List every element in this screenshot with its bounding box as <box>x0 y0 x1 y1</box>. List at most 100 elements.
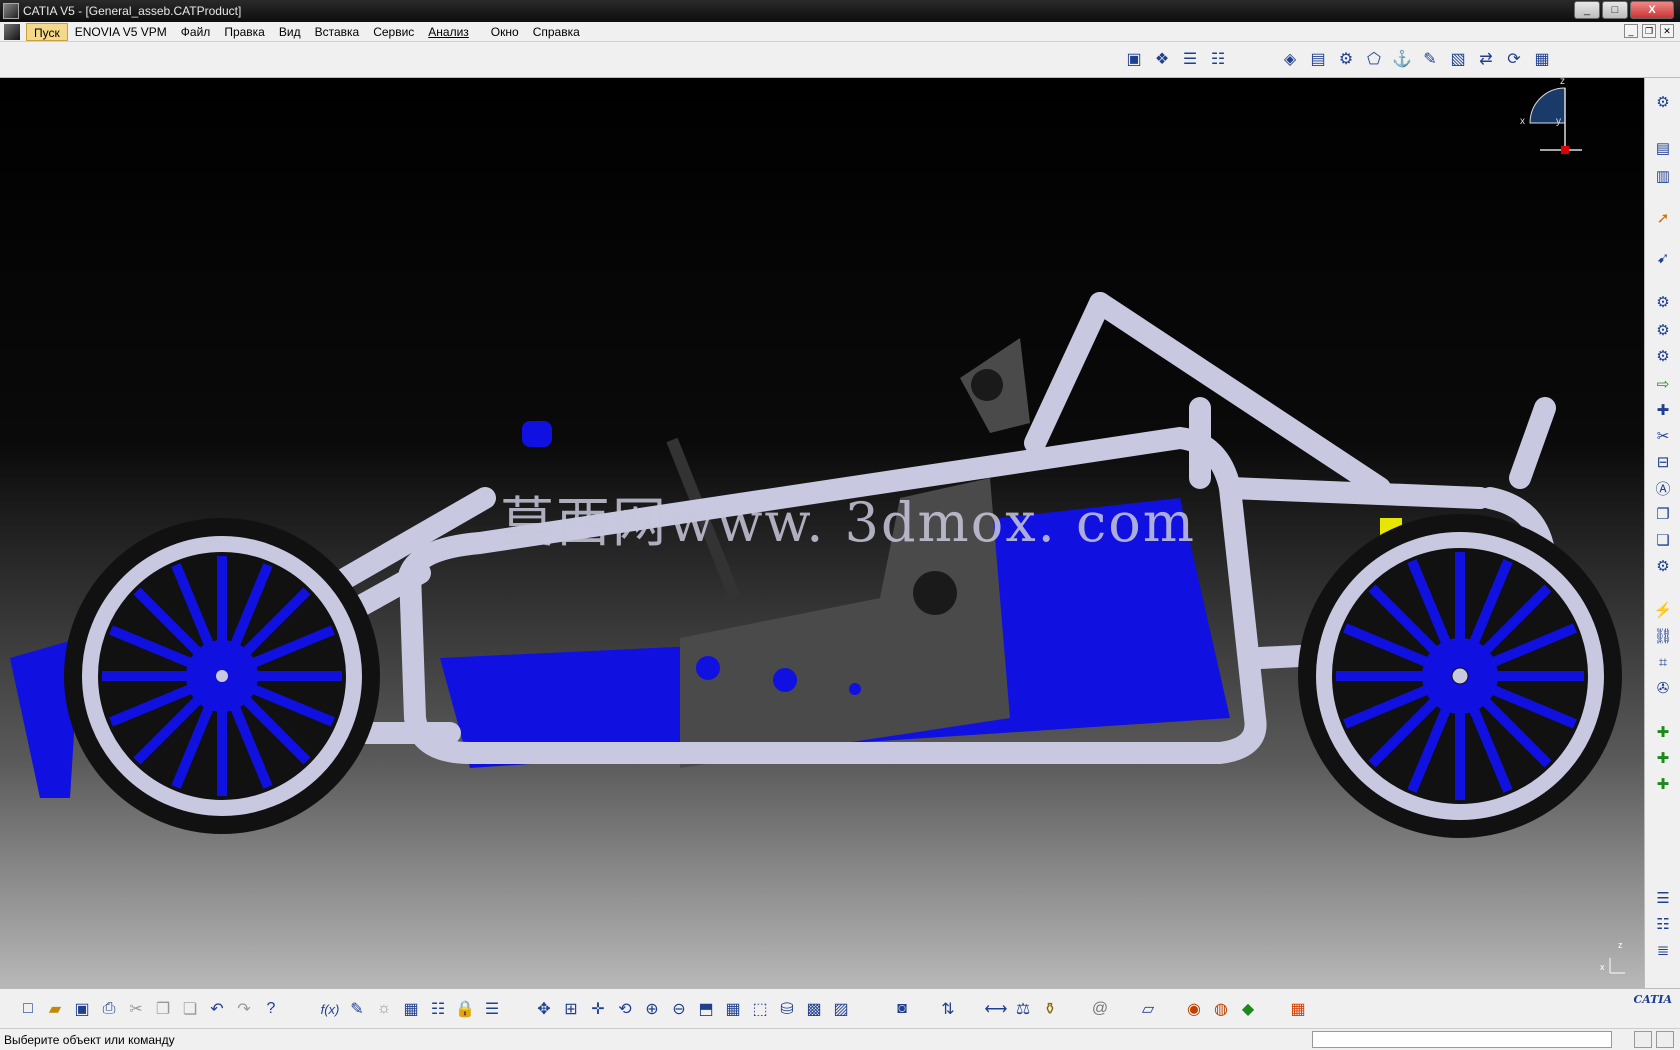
table-icon[interactable]: ▦ <box>399 997 423 1021</box>
fix-icon[interactable]: ⚓ <box>1390 47 1414 71</box>
rear-wheel[interactable] <box>1298 514 1622 838</box>
close-button[interactable]: X <box>1630 1 1674 19</box>
palette-icon[interactable]: ◍ <box>1209 997 1233 1021</box>
swirl-icon[interactable]: @ <box>1088 997 1112 1021</box>
cut-icon[interactable]: ✂ <box>1651 424 1675 448</box>
bolt-icon[interactable]: ⚡ <box>1651 598 1675 622</box>
menu-tools[interactable]: Сервис <box>366 23 421 41</box>
flow-icon[interactable]: ⇄ <box>1474 47 1498 71</box>
doc-minimize-button[interactable]: _ <box>1624 24 1638 38</box>
print-icon[interactable]: ⎙ <box>97 997 121 1021</box>
insert-icon[interactable]: ✚ <box>1651 398 1675 422</box>
gear3-icon[interactable]: ⚙ <box>1651 344 1675 368</box>
formula-icon[interactable]: f(x) <box>318 997 342 1021</box>
cursor-icon[interactable]: ➚ <box>1651 206 1675 230</box>
gear2-icon[interactable]: ⚙ <box>1651 318 1675 342</box>
cursor2-icon[interactable]: ➹ <box>1651 246 1675 270</box>
bulb-icon[interactable]: ☼ <box>372 997 396 1021</box>
tree4-icon[interactable]: ☷ <box>1651 912 1675 936</box>
tree-icon[interactable]: ☰ <box>1178 47 1202 71</box>
fit-icon[interactable]: ✥ <box>532 997 556 1021</box>
assembly-icon[interactable]: ▣ <box>1122 47 1146 71</box>
document-icon[interactable] <box>4 23 20 40</box>
zoom-out-icon[interactable]: ⊖ <box>667 997 691 1021</box>
new-icon[interactable]: □ <box>16 997 40 1021</box>
menu-insert[interactable]: Вставка <box>308 23 367 41</box>
joints-icon[interactable]: ⚙ <box>1334 47 1358 71</box>
status-button-2[interactable] <box>1656 1031 1674 1048</box>
box-icon[interactable]: ▤ <box>1306 47 1330 71</box>
bracket-icon[interactable]: ⌗ <box>1651 650 1675 674</box>
open-icon[interactable]: ▰ <box>43 997 67 1021</box>
camera-icon[interactable]: ◙ <box>890 997 914 1021</box>
refresh-icon[interactable]: ⟳ <box>1502 47 1526 71</box>
settings-icon[interactable]: ⚙ <box>1651 90 1675 114</box>
normal-icon[interactable]: ⬒ <box>694 997 718 1021</box>
menu-analysis[interactable]: Анализ <box>421 23 476 41</box>
doc-close-button[interactable]: ✕ <box>1660 24 1674 38</box>
save-icon[interactable]: ▣ <box>70 997 94 1021</box>
tree3-icon[interactable]: ☰ <box>1651 886 1675 910</box>
measure-icon[interactable]: ⟷ <box>984 997 1008 1021</box>
filter-icon[interactable]: ☰ <box>480 997 504 1021</box>
comment-icon[interactable]: ✎ <box>345 997 369 1021</box>
inertia-icon[interactable]: ⚖ <box>1011 997 1035 1021</box>
globe-icon[interactable]: ◉ <box>1182 997 1206 1021</box>
paste-icon[interactable]: ❏ <box>1651 528 1675 552</box>
snapshot-icon[interactable]: ▧ <box>1446 47 1470 71</box>
views-icon[interactable]: ▦ <box>721 997 745 1021</box>
lock-icon[interactable]: 🔒 <box>453 997 477 1021</box>
3d-viewport[interactable]: x y z x z 莫西网www. 3dmox. com <box>0 78 1644 988</box>
cube-icon[interactable]: ⬚ <box>748 997 772 1021</box>
gear-icon[interactable]: ⚙ <box>1651 290 1675 314</box>
swap-icon[interactable]: ⇅ <box>936 997 960 1021</box>
ab-icon[interactable]: Ⓐ <box>1651 476 1675 500</box>
shape-icon[interactable]: ⬠ <box>1362 47 1386 71</box>
doc2-icon[interactable]: ▥ <box>1651 164 1675 188</box>
maximize-button[interactable]: □ <box>1602 1 1628 19</box>
add-icon[interactable]: ✚ <box>1651 720 1675 744</box>
status-button[interactable] <box>1634 1031 1652 1048</box>
mirror[interactable] <box>522 421 552 447</box>
copy-icon[interactable]: ❐ <box>1651 502 1675 526</box>
add2-icon[interactable]: ✚ <box>1651 746 1675 770</box>
export-icon[interactable]: ⇨ <box>1651 372 1675 396</box>
doc-restore-button[interactable]: ❐ <box>1642 24 1656 38</box>
gear4-icon[interactable]: ⚙ <box>1651 554 1675 578</box>
wrench-icon[interactable]: ✇ <box>1651 676 1675 700</box>
list-icon[interactable]: ≣ <box>1651 938 1675 962</box>
cylinder-icon[interactable]: ⛁ <box>775 997 799 1021</box>
bottle-icon[interactable]: ⚱ <box>1038 997 1062 1021</box>
chain-icon[interactable]: ⛓ <box>1651 624 1675 648</box>
manipulate-icon[interactable]: ❖ <box>1150 47 1174 71</box>
rotate-icon[interactable]: ⟲ <box>613 997 637 1021</box>
catia-app-icon[interactable] <box>3 3 19 19</box>
constraint-icon[interactable]: ⊟ <box>1651 450 1675 474</box>
redo-icon[interactable]: ↷ <box>232 997 256 1021</box>
menu-view[interactable]: Вид <box>272 23 308 41</box>
add3-icon[interactable]: ✚ <box>1651 772 1675 796</box>
cut-icon[interactable]: ✂ <box>124 997 148 1021</box>
grid-icon[interactable]: ▦ <box>1530 47 1554 71</box>
menu-start[interactable]: Пуск <box>26 22 68 41</box>
pan-icon[interactable]: ✛ <box>586 997 610 1021</box>
tree2-icon[interactable]: ☷ <box>1206 47 1230 71</box>
undo-icon[interactable]: ↶ <box>205 997 229 1021</box>
pen-icon[interactable]: ✎ <box>1418 47 1442 71</box>
menu-help[interactable]: Справка <box>526 23 587 41</box>
zoom-in-icon[interactable]: ⊕ <box>640 997 664 1021</box>
tree-icon[interactable]: ☷ <box>426 997 450 1021</box>
copy-icon[interactable]: ❐ <box>151 997 175 1021</box>
paste-icon[interactable]: ❏ <box>178 997 202 1021</box>
render-icon[interactable]: ▩ <box>802 997 826 1021</box>
image-icon[interactable]: ▨ <box>829 997 853 1021</box>
menu-edit[interactable]: Правка <box>217 23 272 41</box>
help-icon[interactable]: ? <box>259 997 283 1021</box>
command-input[interactable] <box>1312 1031 1612 1048</box>
shapes-icon[interactable]: ◆ <box>1236 997 1260 1021</box>
book-icon[interactable]: ▱ <box>1136 997 1160 1021</box>
doc-icon[interactable]: ▤ <box>1651 136 1675 160</box>
minimize-button[interactable]: _ <box>1574 1 1600 19</box>
grid-icon[interactable]: ▦ <box>1286 997 1310 1021</box>
menu-enovia[interactable]: ENOVIA V5 VPM <box>68 23 174 41</box>
